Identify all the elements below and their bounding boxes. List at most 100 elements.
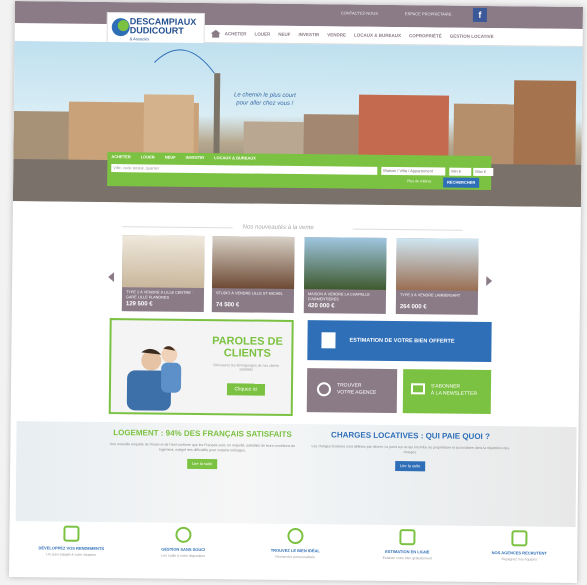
listing-price: 129 500 €: [125, 301, 153, 308]
feature-title: TROUVEZ LE BIEN IDÉAL: [270, 547, 320, 554]
nav-item-copropriete[interactable]: COPROPRIÉTÉ: [409, 33, 442, 38]
max-price-select[interactable]: Max €: [473, 167, 494, 177]
owner-space-link[interactable]: ESPACE PROPRIÉTAIRE: [405, 11, 452, 16]
estimation-banner[interactable]: ESTIMATION DE VOTRE BIEN OFFERTE: [307, 320, 492, 363]
feature-item[interactable]: GESTION SANS SOUCI Les outils à votre di…: [135, 524, 232, 579]
search-tabs: ACHETER LOUER NEUF INVESTIR LOCAUX & BUR…: [111, 154, 266, 161]
feature-subtitle: Les outils à votre disposition: [161, 553, 206, 559]
listing-price: 420 000 €: [307, 303, 335, 310]
feature-title: ESTIMATION EN LIGNE: [385, 548, 430, 555]
divider: [352, 228, 463, 231]
article-heading: LOGEMENT : 94% DES FRANÇAIS SATISFAITS: [113, 428, 292, 439]
search-box: ACHETER LOUER NEUF INVESTIR LOCAUX & BUR…: [107, 152, 494, 191]
article-heading: CHARGES LOCATIVES : QUI PAIE QUOI ?: [331, 430, 490, 442]
family-photo: [126, 346, 182, 411]
divider: [122, 226, 233, 229]
nav-item-louer[interactable]: LOUER: [254, 32, 270, 37]
read-more-button[interactable]: Lire la suite: [187, 458, 218, 470]
top-bar: CONTACTEZ-NOUS ESPACE PROPRIÉTAIRE f: [14, 1, 584, 29]
testimonials-subtitle: Découvrez les témoignages de nos clients…: [213, 363, 280, 372]
website-page: CONTACTEZ-NOUS ESPACE PROPRIÉTAIRE f DES…: [8, 1, 584, 583]
property-type-select[interactable]: Maison / Villa / Appartement: [381, 166, 446, 176]
agency-label: TROUVER VOTRE AGENCE: [337, 382, 377, 396]
search-button[interactable]: RECHERCHER: [443, 177, 480, 188]
logo-tagline: & Associés: [129, 36, 150, 42]
tagline-line2: pour aller chez vous !: [236, 100, 294, 107]
calculator-icon: [321, 332, 336, 349]
envelope-icon: [410, 383, 426, 395]
carousel-next-icon[interactable]: [486, 276, 492, 286]
article-logement: LOGEMENT : 94% DES FRANÇAIS SATISFAITS U…: [102, 428, 302, 470]
listing-price: 264 000 €: [399, 304, 427, 311]
listing-card[interactable]: TYPE 2 À VENDRE À LILLE CENTRE · GARE LI…: [121, 235, 205, 313]
feature-item[interactable]: DÉVELOPPEZ VOS RENDEMENTS Un suivi adapt…: [23, 523, 120, 578]
features-row: DÉVELOPPEZ VOS RENDEMENTS Un suivi adapt…: [15, 523, 576, 583]
nav-item-gestion[interactable]: GESTION LOCATIVE: [450, 34, 494, 39]
listing-title: TYPE 2 À VENDRE À LILLE CENTRE · GARE LI…: [125, 290, 194, 300]
listing-card[interactable]: MAISON À VENDRE LA CHAPELLE D'ARMENTIÈRE…: [303, 237, 387, 314]
listing-title: TYPE 3 À VENDRE LAMBERSART: [399, 293, 461, 298]
listing-title: STUDIO À VENDRE LILLE ST MICHEL: [215, 291, 284, 296]
person-icon: [63, 525, 80, 542]
agency-label-line2: VOTRE AGENCE: [336, 389, 377, 396]
location-input[interactable]: Ville, code postal, quartier: [111, 164, 378, 175]
article-charges: CHARGES LOCATIVES : QUI PAIE QUOI ? Les …: [310, 430, 510, 472]
listing-price: 74 500 €: [215, 302, 240, 309]
feature-item[interactable]: TROUVEZ LE BIEN IDÉAL Recherche personna…: [247, 526, 344, 581]
feature-item[interactable]: NOS AGENCES RECRUTENT Rejoignez nos équi…: [471, 528, 568, 583]
search-tab-investir[interactable]: INVESTIR: [186, 155, 205, 160]
listing-photo: [396, 238, 479, 291]
heading-line2: CLIENTS: [223, 347, 271, 360]
listing-photo: [122, 235, 205, 289]
nav-item-neuf[interactable]: NEUF: [278, 32, 290, 37]
listing-title: MAISON À VENDRE LA CHAPELLE D'ARMENTIÈRE…: [307, 292, 370, 302]
testimonials-block: PAROLES DE CLIENTS Découvrez les témoign…: [108, 318, 294, 416]
search-tab-neuf[interactable]: NEUF: [165, 155, 176, 160]
document-icon: [399, 529, 416, 546]
testimonials-heading: PAROLES DE CLIENTS: [207, 335, 287, 360]
feature-title: GESTION SANS SOUCI: [161, 546, 206, 553]
newsletter-label-line2: À LA NEWSLETTER: [430, 390, 478, 397]
feature-subtitle: Évaluez votre bien gratuitement: [382, 555, 432, 561]
testimonials-button[interactable]: Cliquez ici: [226, 383, 266, 396]
section-title: Nos nouveautés à la vente: [242, 224, 314, 232]
listing-photo: [212, 236, 295, 289]
estimation-label: ESTIMATION DE VOTRE BIEN OFFERTE: [349, 337, 455, 345]
feature-subtitle: Un suivi adapté à votre situation: [46, 552, 97, 557]
carousel-prev-icon[interactable]: [108, 272, 114, 282]
find-agency-button[interactable]: TROUVER VOTRE AGENCE: [306, 368, 398, 414]
nav-item-investir[interactable]: INVESTIR: [298, 32, 319, 37]
search-tab-acheter[interactable]: ACHETER: [111, 154, 130, 159]
feature-title: NOS AGENCES RECRUTENT: [491, 550, 547, 556]
newsletter-button[interactable]: S'ABONNER À LA NEWSLETTER: [402, 369, 492, 415]
feature-item[interactable]: ESTIMATION EN LIGNE Évaluez votre bien g…: [359, 527, 456, 582]
home-icon[interactable]: [211, 30, 221, 38]
newsletter-label: S'ABONNER À LA NEWSLETTER: [431, 383, 477, 397]
nav-item-vendre[interactable]: VENDRE: [327, 32, 346, 37]
search-tab-locaux[interactable]: LOCAUX & BUREAUX: [214, 155, 256, 160]
read-more-button[interactable]: Lire la suite: [395, 461, 426, 472]
target-icon: [316, 382, 332, 397]
contact-link[interactable]: CONTACTEZ-NOUS: [341, 10, 378, 15]
facebook-icon[interactable]: f: [472, 7, 487, 22]
feature-title: DÉVELOPPEZ VOS RENDEMENTS: [38, 545, 105, 552]
listing-card[interactable]: TYPE 3 À VENDRE LAMBERSART 264 000 €: [395, 238, 479, 315]
logo-mark-icon: [111, 18, 130, 37]
min-price-select[interactable]: Min €: [449, 167, 472, 176]
listing-card[interactable]: STUDIO À VENDRE LILLE ST MICHEL 74 500 €: [211, 236, 295, 313]
briefcase-icon: [511, 530, 528, 547]
feature-subtitle: Rejoignez nos équipes: [501, 557, 537, 562]
article-body: Une nouvelle enquête de l'Insee et de l'…: [109, 442, 296, 453]
nav-item-acheter[interactable]: ACHETER: [225, 31, 247, 36]
article-body: Les charges locatives sont définies par …: [311, 444, 510, 455]
search-tab-louer[interactable]: LOUER: [141, 154, 155, 159]
heading-line1: PAROLES DE: [212, 335, 283, 348]
hero-tagline: Le chemin le plus court pour aller chez …: [234, 91, 296, 108]
more-criteria-link[interactable]: Plus de critères: [407, 179, 431, 183]
listing-photo: [304, 237, 387, 290]
search-icon: [287, 527, 304, 545]
logo-line2: DUDICOURT: [129, 25, 184, 36]
feature-subtitle: Recherche personnalisée: [275, 554, 316, 560]
refresh-icon: [175, 526, 192, 543]
nav-item-locaux[interactable]: LOCAUX & BUREAUX: [354, 33, 401, 38]
